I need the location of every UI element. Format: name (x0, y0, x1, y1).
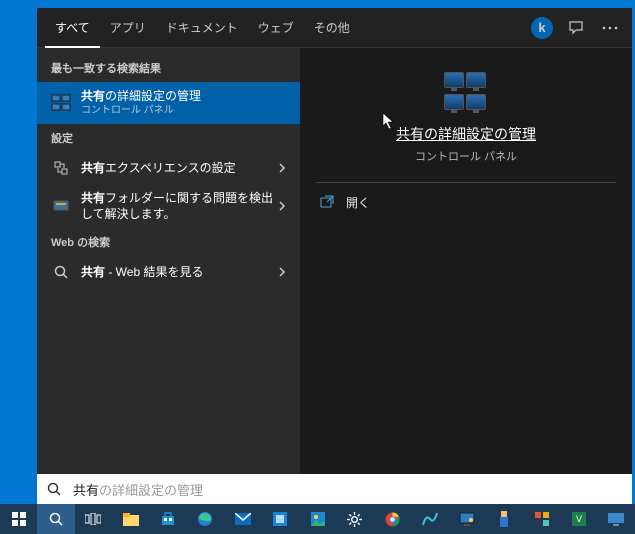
share-experience-icon (51, 158, 71, 178)
taskbar-app-display-icon[interactable] (598, 504, 635, 534)
result-best-subtitle: コントロール パネル (81, 104, 290, 118)
taskbar-app-green-icon[interactable]: V (560, 504, 597, 534)
action-open-label: 開く (346, 194, 370, 211)
monitors-icon (51, 93, 71, 113)
result-troubleshoot-share[interactable]: 共有フォルダーに関する問題を検出して解決します。 (37, 184, 300, 228)
avatar-k-icon: k (531, 17, 553, 39)
feedback-icon[interactable] (562, 14, 590, 42)
search-completion-text: の詳細設定の管理 (99, 483, 203, 498)
results-list: 最も一致する検索結果 共有の詳細設定の管理 コントロール パネル 設定 (37, 48, 300, 474)
taskbar-explorer-icon[interactable] (112, 504, 149, 534)
search-input[interactable]: 共有の詳細設定の管理 (73, 480, 203, 499)
result-best-title: 共有の詳細設定の管理 (81, 88, 290, 104)
chevron-right-icon[interactable] (274, 163, 290, 173)
tab-more[interactable]: その他 (304, 8, 364, 48)
preview-monitors-icon (442, 72, 490, 114)
taskbar-taskview[interactable] (75, 504, 112, 534)
tab-all[interactable]: すべて (45, 8, 100, 48)
taskbar-settings-icon[interactable] (336, 504, 373, 534)
taskbar-app-teal-icon[interactable] (411, 504, 448, 534)
preview-title[interactable]: 共有の詳細設定の管理 (396, 124, 536, 144)
start-search-panel: すべて アプリ ドキュメント ウェブ その他 k 最も一致する検索結果 (37, 8, 632, 474)
section-settings: 設定 (37, 124, 300, 152)
taskbar-app-grid-icon[interactable] (523, 504, 560, 534)
search-typed-text: 共有 (73, 483, 99, 498)
taskbar-store-icon[interactable] (149, 504, 186, 534)
taskbar-chrome-icon[interactable] (374, 504, 411, 534)
taskbar-edge-icon[interactable] (187, 504, 224, 534)
tabs-row: すべて アプリ ドキュメント ウェブ その他 k (37, 8, 632, 48)
taskbar: V (0, 504, 635, 534)
section-web: Web の検索 (37, 228, 300, 256)
chevron-right-icon[interactable] (274, 267, 290, 277)
open-icon (318, 193, 336, 211)
taskbar-app-blue-icon[interactable] (262, 504, 299, 534)
taskbar-mail-icon[interactable] (224, 504, 261, 534)
chevron-right-icon[interactable] (274, 201, 290, 211)
more-icon[interactable] (596, 14, 624, 42)
tab-web[interactable]: ウェブ (248, 8, 304, 48)
user-avatar[interactable]: k (528, 14, 556, 42)
tab-documents[interactable]: ドキュメント (156, 8, 248, 48)
search-icon (51, 262, 71, 282)
tab-apps[interactable]: アプリ (100, 8, 156, 48)
result-web-title: 共有 - Web 結果を見る (81, 264, 274, 280)
preview-pane: 共有の詳細設定の管理 コントロール パネル 開く (300, 48, 632, 474)
section-best-match: 最も一致する検索結果 (37, 54, 300, 82)
taskbar-photos-icon[interactable] (299, 504, 336, 534)
result-troubleshoot-title: 共有フォルダーに関する問題を検出して解決します。 (81, 190, 274, 222)
start-button[interactable] (0, 504, 37, 534)
taskbar-search[interactable] (37, 504, 74, 534)
taskbar-app-person-icon[interactable] (486, 504, 523, 534)
result-web-search[interactable]: 共有 - Web 結果を見る (37, 256, 300, 288)
result-share-experience-title: 共有エクスペリエンスの設定 (81, 160, 274, 176)
taskbar-app-monitor-icon[interactable] (448, 504, 485, 534)
action-open[interactable]: 開く (316, 183, 616, 221)
preview-subtitle: コントロール パネル (415, 148, 517, 164)
result-share-experience[interactable]: 共有エクスペリエンスの設定 (37, 152, 300, 184)
cursor-icon (382, 112, 396, 130)
troubleshoot-icon (51, 196, 71, 216)
result-best-match[interactable]: 共有の詳細設定の管理 コントロール パネル (37, 82, 300, 124)
svg-text:V: V (576, 514, 582, 524)
search-bar[interactable]: 共有の詳細設定の管理 (37, 474, 632, 504)
tab-more-label: その他 (314, 21, 350, 35)
search-icon (47, 482, 65, 496)
